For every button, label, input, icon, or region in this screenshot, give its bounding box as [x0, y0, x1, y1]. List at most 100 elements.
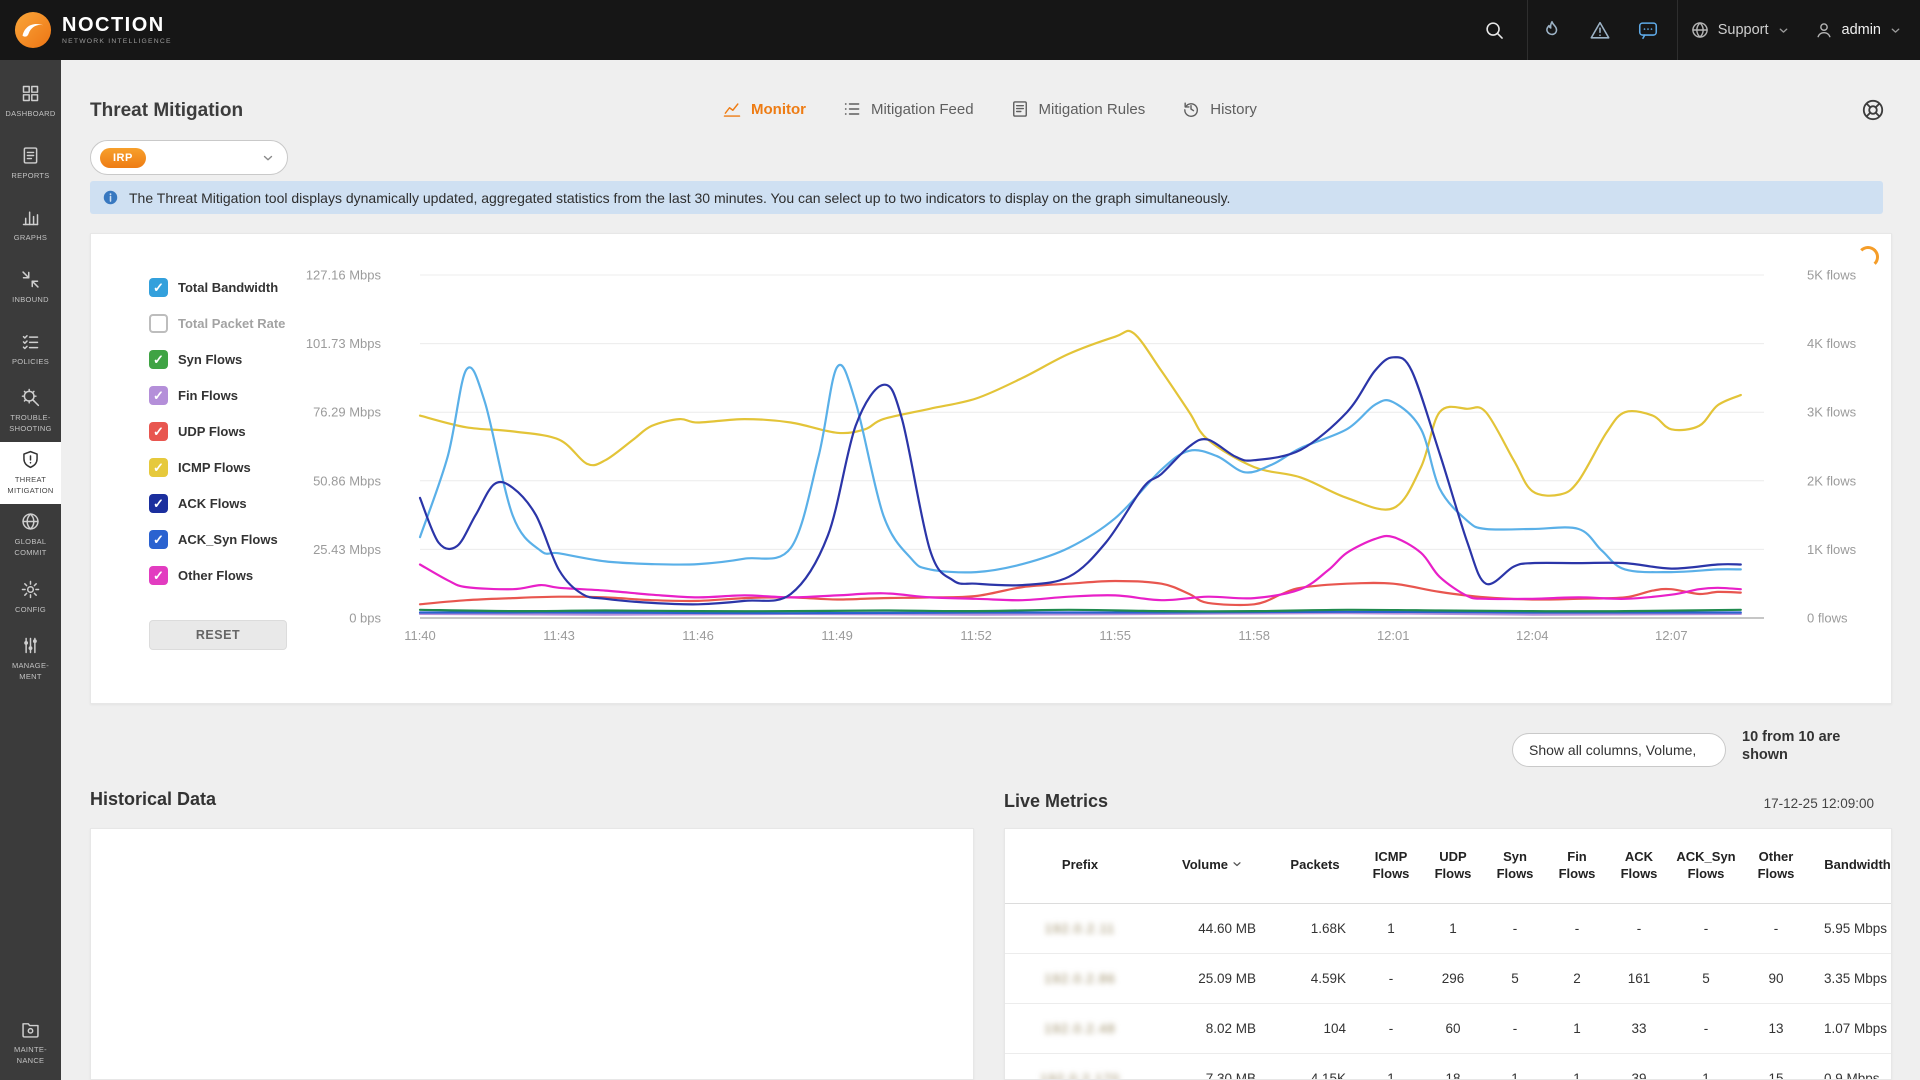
- sidebar-item-reports[interactable]: REPORTS: [0, 132, 61, 194]
- cell-fin: 1: [1546, 1053, 1608, 1080]
- brand[interactable]: NOCTION NETWORK INTELLIGENCE: [0, 11, 172, 49]
- sidebar-item-management[interactable]: MANAGE-MENT: [0, 628, 61, 690]
- legend-label: ICMP Flows: [178, 460, 251, 475]
- metrics-row: 192.0.2.8625.09 MB4.59K-296521615903.35 …: [1005, 953, 1892, 1003]
- columns-select[interactable]: Show all columns, Volume,: [1512, 733, 1726, 767]
- search-icon[interactable]: [1483, 19, 1505, 41]
- col-header-volume[interactable]: Volume: [1155, 829, 1270, 903]
- sidebar-item-label: TROUBLE-SHOOTING: [9, 413, 51, 435]
- cell-icmp: 1: [1360, 903, 1422, 953]
- sidebar-item-global[interactable]: GLOBALCOMMIT: [0, 504, 61, 566]
- sidebar-item-inbound[interactable]: INBOUND: [0, 256, 61, 318]
- cell-fin: 1: [1546, 1003, 1608, 1053]
- history-icon: [1181, 99, 1201, 119]
- col-header-fin[interactable]: Fin Flows: [1546, 829, 1608, 903]
- checkbox-udp-flows[interactable]: ✓: [149, 422, 168, 441]
- series-syn-flows: [420, 610, 1741, 612]
- masked-prefix: 192.0.2.11: [1045, 921, 1115, 936]
- cell-packets: 4.59K: [1270, 953, 1360, 1003]
- cell-syn: -: [1484, 903, 1546, 953]
- monitor-chart-card: 127.16 Mbps5K flows101.73 Mbps4K flows76…: [90, 233, 1892, 704]
- legend-label: Fin Flows: [178, 388, 238, 403]
- support-menu[interactable]: Support: [1690, 0, 1790, 60]
- policies-icon: [20, 331, 41, 352]
- tab-label: Mitigation Rules: [1039, 101, 1146, 118]
- user-menu[interactable]: admin: [1814, 0, 1903, 60]
- columns-shown-note: 10 from 10 are shown: [1742, 728, 1840, 764]
- tab-mitigation-rules[interactable]: Mitigation Rules: [1010, 99, 1146, 119]
- config-icon: [20, 579, 41, 600]
- sidebar-item-troubleshooting[interactable]: TROUBLE-SHOOTING: [0, 380, 61, 442]
- col-header-icmp[interactable]: ICMP Flows: [1360, 829, 1422, 903]
- tab-mitigation-feed[interactable]: Mitigation Feed: [842, 99, 974, 119]
- instance-select[interactable]: IRP: [90, 140, 288, 175]
- historical-data-panel: [90, 828, 974, 1080]
- sort-desc-icon: [1231, 858, 1243, 870]
- svg-text:11:52: 11:52: [960, 628, 992, 643]
- cell-udp: 60: [1422, 1003, 1484, 1053]
- sidebar-item-config[interactable]: CONFIG: [0, 566, 61, 628]
- sidebar-item-threat[interactable]: THREATMITIGATION: [0, 442, 61, 504]
- sidebar-item-maintenance[interactable]: MAINTE-NANCE: [0, 1012, 61, 1074]
- col-header-packets[interactable]: Packets: [1270, 829, 1360, 903]
- checkbox-total-packet-rate[interactable]: [149, 314, 168, 333]
- cell-volume: 25.09 MB: [1155, 953, 1270, 1003]
- checkbox-fin-flows[interactable]: ✓: [149, 386, 168, 405]
- sidebar-item-graphs[interactable]: GRAPHS: [0, 194, 61, 256]
- cell-icmp: -: [1360, 1003, 1422, 1053]
- cell-syn: -: [1484, 1003, 1546, 1053]
- checkbox-syn-flows[interactable]: ✓: [149, 350, 168, 369]
- legend-label: ACK_Syn Flows: [178, 532, 278, 547]
- legend-item-total-bandwidth: ✓Total Bandwidth: [149, 278, 359, 297]
- checkbox-ack-syn-flows[interactable]: ✓: [149, 530, 168, 549]
- col-header-udp[interactable]: UDP Flows: [1422, 829, 1484, 903]
- sidebar-item-policies[interactable]: POLICIES: [0, 318, 61, 380]
- checkbox-other-flows[interactable]: ✓: [149, 566, 168, 585]
- legend-label: Total Packet Rate: [178, 316, 285, 331]
- cell-icmp: 1: [1360, 1053, 1422, 1080]
- topbar-actions: Support admin: [1461, 0, 1920, 60]
- live-metrics-panel: PrefixVolumePacketsICMP FlowsUDP FlowsSy…: [1004, 828, 1892, 1080]
- threat-icon: [20, 449, 41, 470]
- cell-other: 90: [1742, 953, 1810, 1003]
- cell-packets: 104: [1270, 1003, 1360, 1053]
- col-header-bandwidth[interactable]: Bandwidth: [1810, 829, 1892, 903]
- alerts-warning-icon[interactable]: [1589, 19, 1611, 41]
- sidebar-item-label: MANAGE-MENT: [12, 661, 49, 683]
- col-header-prefix[interactable]: Prefix: [1005, 829, 1155, 903]
- svg-text:4K flows: 4K flows: [1807, 336, 1857, 351]
- reset-button[interactable]: RESET: [149, 620, 287, 650]
- cell-volume: 7.30 MB: [1155, 1053, 1270, 1080]
- svg-text:3K flows: 3K flows: [1807, 405, 1857, 420]
- tab-monitor[interactable]: Monitor: [722, 99, 806, 119]
- historical-data-title: Historical Data: [90, 789, 216, 810]
- col-header-ack_syn[interactable]: ACK_Syn Flows: [1670, 829, 1742, 903]
- flame-icon[interactable]: [1541, 19, 1563, 41]
- feedback-chat-icon[interactable]: [1637, 19, 1659, 41]
- checkbox-total-bandwidth[interactable]: ✓: [149, 278, 168, 297]
- cell-ack: 161: [1608, 953, 1670, 1003]
- sidebar-item-dashboard[interactable]: DASHBOARD: [0, 70, 61, 132]
- svg-text:2K flows: 2K flows: [1807, 473, 1857, 488]
- sidebar-item-label: REPORTS: [11, 171, 49, 182]
- checkbox-icmp-flows[interactable]: ✓: [149, 458, 168, 477]
- col-header-ack[interactable]: ACK Flows: [1608, 829, 1670, 903]
- live-metrics-timestamp: 17-12-25 12:09:00: [1764, 796, 1874, 811]
- tab-history[interactable]: History: [1181, 99, 1257, 119]
- series-total-bandwidth: [420, 365, 1741, 572]
- col-header-other[interactable]: Other Flows: [1742, 829, 1810, 903]
- global-icon: [20, 511, 41, 532]
- cell-packets: 1.68K: [1270, 903, 1360, 953]
- feed-icon: [842, 99, 862, 119]
- svg-text:11:55: 11:55: [1099, 628, 1131, 643]
- legend-item-fin-flows: ✓ Fin Flows: [149, 386, 359, 405]
- col-header-syn[interactable]: Syn Flows: [1484, 829, 1546, 903]
- legend-item-icmp-flows: ✓ ICMP Flows: [149, 458, 359, 477]
- live-metrics-table: PrefixVolumePacketsICMP FlowsUDP FlowsSy…: [1005, 829, 1892, 1080]
- help-icon[interactable]: [1860, 97, 1886, 123]
- svg-text:11:40: 11:40: [404, 628, 436, 643]
- legend-item-udp-flows: ✓UDP Flows: [149, 422, 359, 441]
- monitor-chart: 127.16 Mbps5K flows101.73 Mbps4K flows76…: [91, 234, 1891, 703]
- cell-fin: -: [1546, 903, 1608, 953]
- checkbox-ack-flows[interactable]: ✓: [149, 494, 168, 513]
